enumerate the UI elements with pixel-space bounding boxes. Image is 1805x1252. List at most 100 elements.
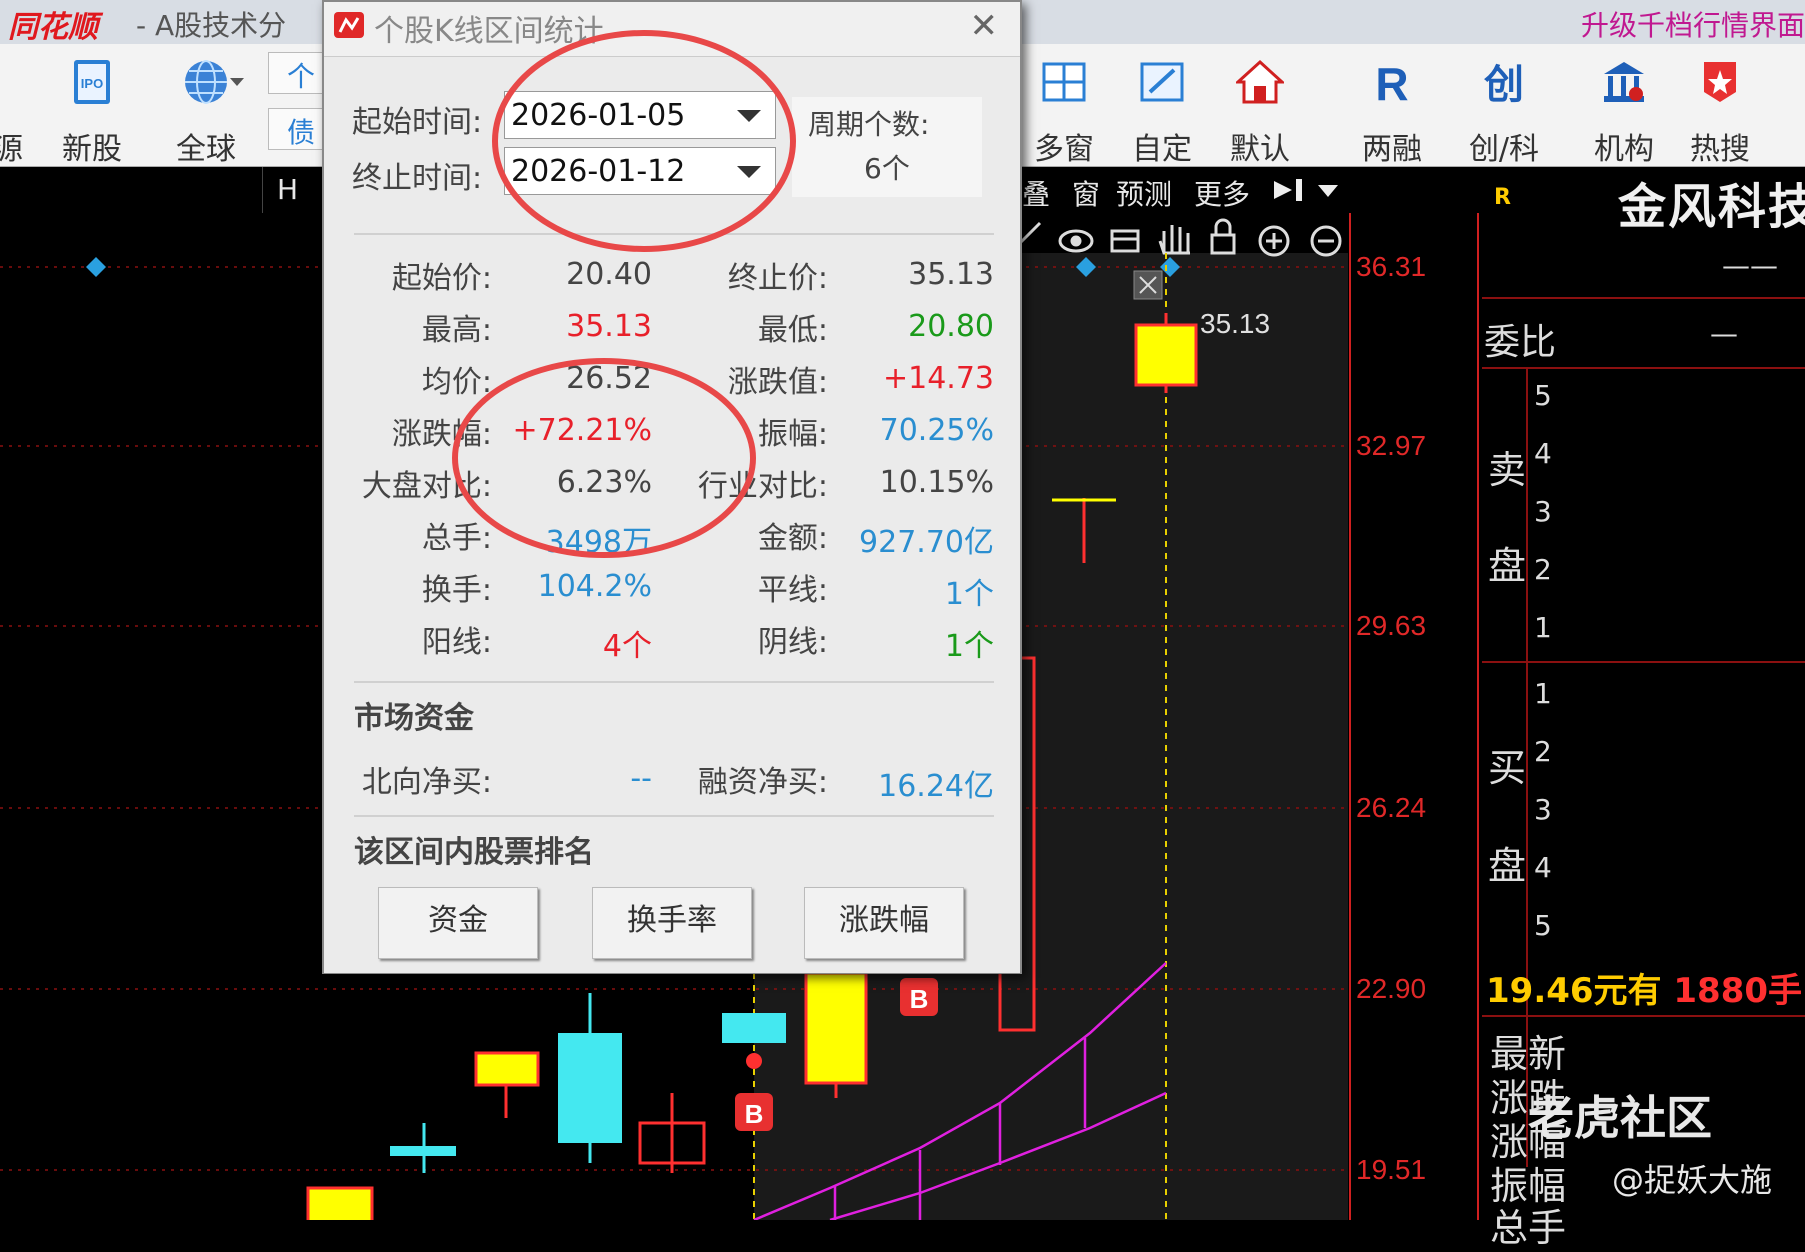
y-tick-label: 32.97 bbox=[1356, 430, 1426, 461]
stock-code: —— bbox=[1722, 249, 1778, 282]
period-count-label: 周期个数: bbox=[808, 108, 930, 141]
toolbar-button-ipo[interactable]: IPO 新股 bbox=[44, 52, 140, 167]
close-icon[interactable] bbox=[1133, 270, 1163, 300]
candle bbox=[390, 1146, 456, 1156]
total-volume-label: 总手 bbox=[1490, 1206, 1567, 1250]
app-small-icon bbox=[334, 12, 364, 38]
sell-level: 2 bbox=[1534, 553, 1552, 586]
stat-label: 涨跌值: bbox=[727, 365, 828, 400]
buy-level: 3 bbox=[1534, 793, 1552, 826]
candle bbox=[474, 1051, 540, 1087]
buy-level: 5 bbox=[1534, 909, 1552, 942]
upgrade-link[interactable]: 升级千档行情界面 bbox=[1581, 4, 1805, 44]
stat-label: 平线: bbox=[757, 573, 828, 608]
stat-label: 阴线: bbox=[757, 625, 828, 660]
divider bbox=[354, 815, 994, 817]
sell-level: 4 bbox=[1534, 437, 1552, 470]
divider bbox=[1482, 297, 1805, 299]
y-tick-label: 26.24 bbox=[1356, 792, 1426, 823]
toolbar-button-margin[interactable]: R 两融 bbox=[1344, 52, 1440, 167]
app-logo: 同花顺 bbox=[8, 10, 98, 45]
buy-level: 2 bbox=[1534, 735, 1552, 768]
y-tick-label: 22.90 bbox=[1356, 973, 1426, 1004]
stat-value: 35.13 bbox=[908, 257, 994, 292]
rank-change-button[interactable]: 涨跌幅 bbox=[804, 887, 964, 959]
custom-icon bbox=[1140, 62, 1184, 102]
rank-turnover-button[interactable]: 换手率 bbox=[592, 887, 752, 959]
small-button-stock[interactable]: 个 bbox=[268, 52, 326, 94]
north-buy-label: 北向净买: bbox=[361, 765, 492, 800]
toolbar-button-global[interactable]: 全球 bbox=[158, 52, 254, 167]
svg-text:R: R bbox=[1375, 58, 1408, 106]
multi-window-icon bbox=[1042, 62, 1086, 102]
tab-window[interactable]: 窗 bbox=[1072, 173, 1100, 213]
svg-text:B: B bbox=[745, 1099, 764, 1129]
period-count-value: 6个 bbox=[864, 152, 910, 185]
weibi-label: 委比 bbox=[1484, 322, 1557, 363]
candle bbox=[1134, 323, 1198, 387]
candle bbox=[804, 971, 868, 1085]
marker-dot bbox=[746, 1053, 762, 1069]
globe-icon bbox=[185, 60, 227, 104]
home-icon bbox=[1236, 59, 1284, 104]
divider bbox=[1482, 661, 1805, 663]
stat-label: 总手: bbox=[421, 521, 492, 556]
candle bbox=[722, 1013, 786, 1043]
watermark: 老虎社区 bbox=[1528, 1091, 1712, 1145]
buy-label: 买 bbox=[1488, 746, 1527, 790]
small-button-bond[interactable]: 债 bbox=[268, 108, 326, 150]
rank-funds-button[interactable]: 资金 bbox=[378, 887, 538, 959]
divider bbox=[1482, 1015, 1805, 1017]
close-icon[interactable]: ✕ bbox=[970, 6, 999, 46]
price-info-price: 19.46 bbox=[1486, 971, 1594, 1011]
watermark-author: @捉妖大施 bbox=[1612, 1161, 1773, 1199]
chevron-down-icon[interactable] bbox=[230, 78, 244, 86]
candle bbox=[558, 1033, 622, 1143]
divider bbox=[354, 681, 994, 683]
annotation-circle bbox=[492, 30, 796, 252]
y-tick-label: 36.31 bbox=[1356, 251, 1426, 282]
toolbar-label: 机构 bbox=[1594, 132, 1654, 167]
tab-h-stock[interactable]: H股 bbox=[262, 167, 323, 244]
toolbar-label: 热搜 bbox=[1690, 132, 1750, 167]
stat-value: 70.25% bbox=[879, 413, 994, 448]
toolbar-button-institution[interactable]: 机构 bbox=[1576, 52, 1672, 167]
stat-label: 起始价: bbox=[391, 261, 492, 296]
stat-label: 换手: bbox=[421, 573, 492, 608]
toolbar-label: 默认 bbox=[1230, 132, 1290, 167]
toolbar-button-hot-search[interactable]: 热搜 bbox=[1672, 52, 1768, 167]
toolbar-button-custom[interactable]: 自定 bbox=[1114, 52, 1210, 167]
annotation-circle bbox=[452, 358, 756, 558]
stat-label: 终止价: bbox=[727, 261, 828, 296]
candle bbox=[306, 1186, 374, 1220]
tab-more[interactable]: 更多 bbox=[1194, 173, 1250, 213]
buy-level: 4 bbox=[1534, 851, 1552, 884]
toolbar-label: 自定 bbox=[1132, 132, 1192, 167]
stat-value: 20.80 bbox=[908, 309, 994, 344]
stat-label: 金额: bbox=[757, 521, 828, 556]
tab-overlay[interactable]: 叠 bbox=[1022, 173, 1050, 213]
stat-label: 最高: bbox=[421, 313, 492, 348]
sell-level: 5 bbox=[1534, 379, 1552, 412]
margin-buy-label: 融资净买: bbox=[697, 765, 828, 800]
weibi-value: — bbox=[1710, 317, 1738, 350]
r-icon: R bbox=[1375, 58, 1408, 106]
buy-marker[interactable]: B bbox=[735, 1093, 773, 1131]
toolbar-button-default[interactable]: 默认 bbox=[1212, 52, 1308, 167]
toolbar-label: 多窗 bbox=[1034, 132, 1094, 167]
stat-value: 20.40 bbox=[566, 257, 652, 292]
buy-marker[interactable]: B bbox=[900, 978, 938, 1016]
toolbar-button-partial[interactable]: 源 bbox=[0, 52, 26, 167]
toolbar-button-chuangke[interactable]: 创 创/科 bbox=[1456, 52, 1552, 167]
stat-value: 104.2% bbox=[537, 569, 652, 604]
chevron-down-icon[interactable] bbox=[1316, 183, 1340, 199]
collapse-right-icon[interactable] bbox=[1270, 175, 1310, 205]
toolbar-button-multi-window[interactable]: 多窗 bbox=[1016, 52, 1112, 167]
tab-predict[interactable]: 预测 bbox=[1116, 173, 1172, 213]
stat-value: 1个 bbox=[944, 577, 994, 612]
margin-buy-value: 16.24亿 bbox=[878, 769, 994, 804]
y-tick-label: 29.63 bbox=[1356, 610, 1426, 641]
stat-value: 35.13 bbox=[566, 309, 652, 344]
stat-value: +14.73 bbox=[882, 361, 994, 396]
buy-label: 盘 bbox=[1488, 844, 1527, 888]
